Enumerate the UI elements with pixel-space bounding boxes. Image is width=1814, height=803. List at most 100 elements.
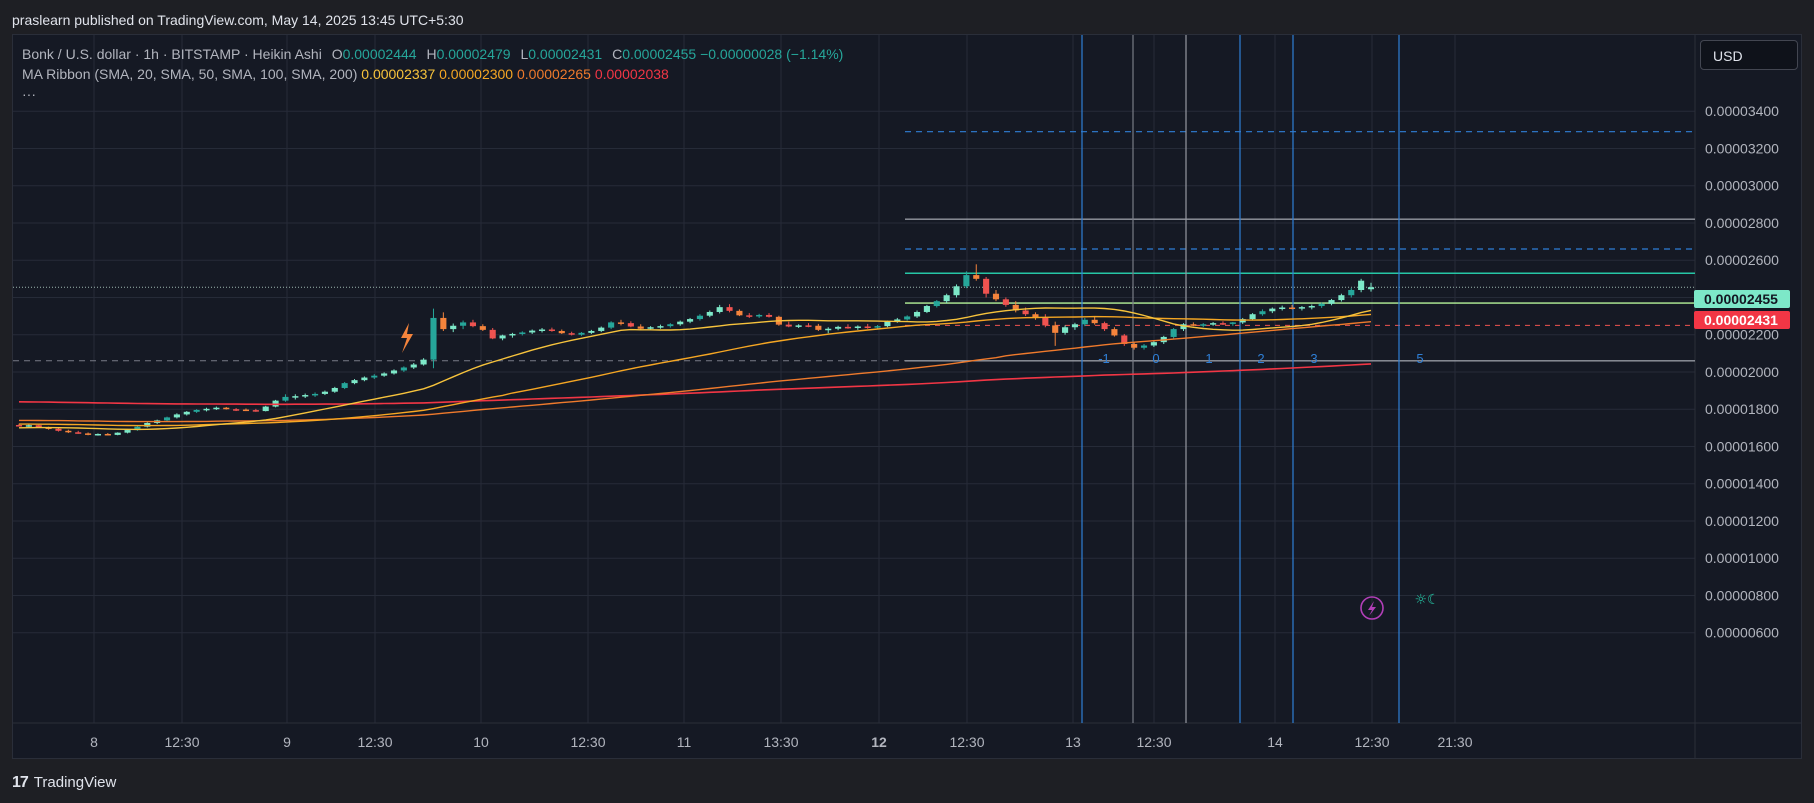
candle-body <box>943 295 950 302</box>
candle-body <box>351 380 358 384</box>
candle-body <box>716 307 723 312</box>
candle-body <box>696 315 703 320</box>
price-tick-label: 0.00002000 <box>1705 364 1779 380</box>
candle-body <box>124 430 131 433</box>
candle-body <box>835 326 842 329</box>
time-tick-label: 13:30 <box>763 734 798 750</box>
time-tick-label: 10 <box>473 734 489 750</box>
candle-body <box>647 327 654 329</box>
candle-body <box>489 329 496 339</box>
close-value: 0.00002455 <box>622 46 697 62</box>
candle-body <box>371 375 378 378</box>
publish-header: praslearn published on TradingView.com, … <box>0 0 1814 34</box>
currency-button[interactable]: USD <box>1700 40 1798 70</box>
low-value: 0.00002431 <box>528 46 603 62</box>
published-text: praslearn published on TradingView.com, … <box>12 12 464 28</box>
candle-body <box>85 433 92 435</box>
cycle-label: 0 <box>1152 351 1159 366</box>
candle-body <box>904 316 911 320</box>
candle-body <box>1288 307 1296 310</box>
time-tick-label: 12:30 <box>1354 734 1389 750</box>
candle-body <box>1279 307 1286 310</box>
legend-more-button[interactable]: ··· <box>22 84 843 104</box>
candle-body <box>1170 329 1177 337</box>
candle-body <box>183 411 190 415</box>
symbol-label[interactable]: Bonk / U.S. dollar · 1h · BITSTAMP · Hei… <box>22 46 322 62</box>
price-tick-label: 0.00003200 <box>1705 140 1779 156</box>
price-chart[interactable]: 0.00003400 0.00003200 0.00003000 0.00002800… <box>13 35 1801 758</box>
legend-ma-row: MA Ribbon (SMA, 20, SMA, 50, SMA, 100, S… <box>22 64 843 84</box>
candle-body <box>282 396 289 401</box>
candle-body <box>795 325 802 327</box>
candle-body <box>1200 324 1207 326</box>
chart-legend: Bonk / U.S. dollar · 1h · BITSTAMP · Hei… <box>22 44 843 104</box>
candle-body <box>884 321 891 327</box>
candle-body <box>213 407 220 410</box>
footer-brand[interactable]: 17 TradingView <box>12 774 116 792</box>
candle-body <box>756 314 763 317</box>
candle-body <box>854 326 861 329</box>
candle-body <box>765 314 773 317</box>
candle-body <box>420 359 427 365</box>
cycle-label: 1 <box>1205 351 1212 366</box>
price-tick-label: 0.00000600 <box>1705 625 1779 641</box>
candle-body <box>1308 306 1315 308</box>
candle-body <box>292 396 299 398</box>
candle-body <box>361 377 368 381</box>
cycle-label: 3 <box>1310 351 1317 366</box>
candle-body <box>262 406 269 412</box>
price-tick-label: 0.00002800 <box>1705 215 1779 231</box>
cycle-label: 2 <box>1257 351 1264 366</box>
candle-body <box>1002 299 1009 305</box>
candle-body <box>548 329 555 331</box>
candle-body <box>953 286 960 296</box>
price-tick-label: 0.00002600 <box>1705 252 1779 268</box>
candle-body <box>1249 314 1256 320</box>
candle-body <box>1190 324 1197 326</box>
candle-body <box>913 311 921 317</box>
candle-body <box>499 335 506 339</box>
candle-body <box>1367 287 1375 290</box>
change-value: −0.00000028 (−1.14%) <box>700 46 844 62</box>
close-label: C <box>612 46 623 62</box>
ma50-value: 0.00002300 <box>439 66 514 82</box>
candle-body <box>598 327 605 331</box>
price-tick-label: 0.00001600 <box>1705 438 1779 454</box>
time-tick-label: 9 <box>283 734 291 750</box>
candle-body <box>923 306 930 312</box>
candle-body <box>193 409 200 412</box>
candle-body <box>864 326 871 329</box>
ma20-value: 0.00002337 <box>361 66 436 82</box>
time-tick-label: 14 <box>1267 734 1283 750</box>
candle-body <box>75 432 82 434</box>
ma-ribbon-title[interactable]: MA Ribbon (SMA, 20, SMA, 50, SMA, 100, S… <box>22 66 357 82</box>
candle-body <box>588 330 595 333</box>
candle-body <box>15 425 23 427</box>
candle-body <box>1358 280 1365 290</box>
candle-body <box>1328 300 1335 304</box>
time-tick-label: 12:30 <box>570 734 605 750</box>
candle-body <box>1062 327 1069 333</box>
low-price-tag: 0.00002431 <box>1694 311 1790 329</box>
candle-body <box>390 370 398 374</box>
candle-body <box>1229 322 1236 324</box>
high-label: H <box>426 46 437 62</box>
candle-body <box>844 326 852 329</box>
candle-body <box>558 330 565 334</box>
candle-body <box>331 387 338 392</box>
candle-body <box>1150 342 1157 346</box>
price-tick-label: 0.00003400 <box>1705 103 1779 119</box>
time-tick-label: 12:30 <box>949 734 984 750</box>
candle-body <box>1318 303 1325 307</box>
candle-body <box>677 321 684 325</box>
open-value: 0.00002444 <box>342 46 417 62</box>
price-tick-label: 0.00002200 <box>1705 327 1779 343</box>
candle-body <box>321 391 328 394</box>
candle-body <box>1071 324 1079 328</box>
candle-body <box>104 433 111 436</box>
candle-body <box>163 417 171 421</box>
chart-frame[interactable]: 0.00003400 0.00003200 0.00003000 0.00002800… <box>12 34 1802 759</box>
candle-body <box>657 326 664 328</box>
candle-body <box>667 324 674 327</box>
price-tick-label: 0.00001200 <box>1705 513 1779 529</box>
